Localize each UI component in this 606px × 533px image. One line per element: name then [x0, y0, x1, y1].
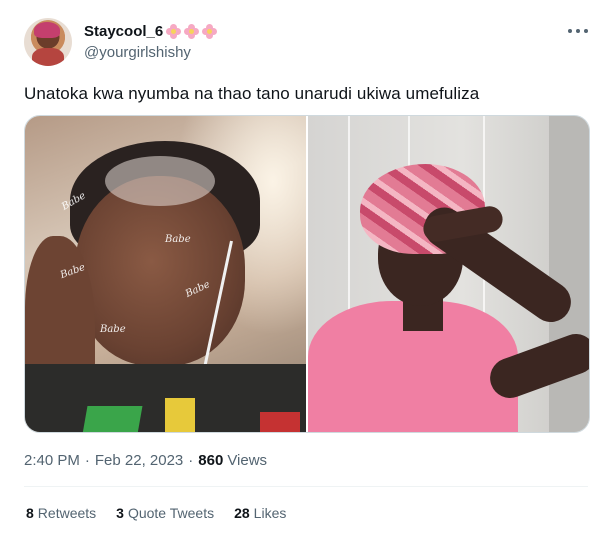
meta-separator: · — [188, 452, 194, 469]
tweet-text: Unatoka kwa nyumba na thao tano unarudi … — [24, 84, 480, 103]
tweet-time[interactable]: 2:40 PM — [24, 452, 80, 469]
avatar-body-shape — [32, 48, 64, 66]
likes-stat[interactable]: 28 Likes — [234, 505, 286, 521]
meta-separator: · — [84, 452, 90, 469]
photo-shirt-green-patch — [82, 406, 143, 432]
views-count: 860 — [198, 452, 224, 469]
retweets-stat[interactable]: 8 Retweets — [26, 505, 96, 521]
retweets-label: Retweets — [37, 505, 97, 521]
quote-tweets-label: Quote Tweets — [127, 505, 215, 521]
photo-sticker-text: Babe — [165, 234, 191, 245]
likes-count: 28 — [234, 505, 250, 521]
flower-icon — [202, 23, 218, 39]
avatar[interactable] — [24, 18, 72, 66]
flower-icon — [166, 23, 182, 39]
author-handle[interactable]: @yourgirlshishy — [84, 44, 191, 61]
tweet-stats: 8 Retweets 3 Quote Tweets 28 Likes — [26, 505, 286, 521]
photo-shirt-yellow-patch — [165, 398, 195, 432]
flower-emoji-group — [166, 23, 218, 39]
tweet-media: Babe Babe Babe Babe Babe — [24, 115, 590, 433]
tweet-meta: 2:40 PM · Feb 22, 2023 · 860 Views — [24, 452, 267, 469]
avatar-hat-shape — [34, 22, 60, 38]
photo-forehead-highlight — [105, 156, 215, 206]
tweet: Staycool_6 @yourgirlshishy Unatoka kwa n… — [0, 0, 606, 533]
quote-tweets-stat[interactable]: 3 Quote Tweets — [116, 505, 214, 521]
more-options-icon[interactable] — [568, 24, 588, 38]
media-photo-right[interactable] — [308, 116, 589, 432]
flower-icon — [184, 23, 200, 39]
photo-sticker-text: Babe — [100, 324, 126, 335]
views-label: Views — [227, 452, 268, 469]
divider — [24, 486, 588, 487]
quote-tweets-count: 3 — [116, 505, 124, 521]
retweets-count: 8 — [26, 505, 34, 521]
photo-shirt-red-patch — [260, 412, 300, 432]
likes-label: Likes — [253, 505, 287, 521]
media-photo-left[interactable]: Babe Babe Babe Babe Babe — [25, 116, 306, 432]
author-name-row: Staycool_6 — [84, 22, 218, 40]
photo-wall-shadow — [549, 116, 589, 432]
author-display-name[interactable]: Staycool_6 — [84, 23, 163, 40]
tweet-date[interactable]: Feb 22, 2023 — [95, 452, 183, 469]
